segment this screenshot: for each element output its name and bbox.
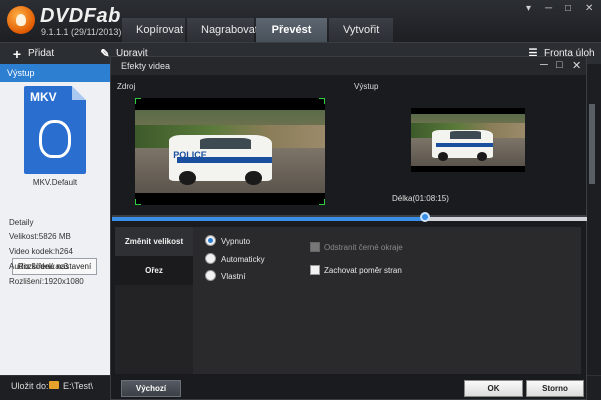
title-bar: DVDFab 9.1.1.1 (29/11/2013) Kopírovat Na… bbox=[0, 0, 601, 42]
size-value: Velikost:5826 MB bbox=[9, 232, 71, 241]
crop-handle-br[interactable] bbox=[319, 199, 325, 205]
resolution-value: Rozlišení:1920x1080 bbox=[9, 277, 84, 286]
menu-icon[interactable]: ▾ bbox=[526, 3, 531, 14]
close-icon[interactable]: ✕ bbox=[585, 3, 593, 14]
tab-create[interactable]: Vytvořit bbox=[329, 18, 393, 42]
details-heading: Detaily bbox=[9, 218, 34, 227]
tab-convert[interactable]: Převést bbox=[256, 18, 327, 42]
right-panel-edge bbox=[586, 64, 601, 375]
save-path[interactable]: E:\Test\ bbox=[63, 381, 93, 391]
radio-off[interactable] bbox=[205, 235, 216, 246]
crop-handle-tl[interactable] bbox=[135, 98, 141, 104]
source-label: Zdroj bbox=[117, 82, 136, 91]
duration-label: Délka(01:08:15) bbox=[392, 194, 449, 203]
output-label: Výstup bbox=[354, 82, 379, 91]
scrollbar[interactable] bbox=[589, 104, 595, 184]
main-tabs: Kopírovat Nagrabovat Převést Vytvořit bbox=[122, 18, 395, 42]
cancel-button[interactable]: Storno bbox=[526, 380, 584, 397]
left-panel: Výstup MKV MKV.Default Rozšířená nastave… bbox=[0, 64, 110, 375]
output-police-car-image bbox=[431, 129, 494, 162]
remove-black-borders-label: Odstranit černé okraje bbox=[324, 243, 403, 252]
remove-black-borders-checkbox[interactable] bbox=[310, 242, 320, 252]
plus-icon: + bbox=[12, 46, 22, 62]
save-to-label: Uložit do: bbox=[11, 381, 49, 391]
profile-name: MKV.Default bbox=[32, 178, 78, 187]
output-preview bbox=[411, 108, 525, 172]
crop-handle-tr[interactable] bbox=[319, 98, 325, 104]
audio-codec-value: Audio kodek:ac3 bbox=[9, 262, 69, 271]
menu-crop[interactable]: Ořez bbox=[115, 256, 193, 285]
menu-resize[interactable]: Změnit velikost bbox=[115, 227, 193, 256]
ok-button[interactable]: OK bbox=[464, 380, 523, 397]
app-name: DVDFab bbox=[40, 5, 121, 27]
timeline-progress bbox=[112, 217, 426, 221]
format-badge: MKV bbox=[30, 90, 57, 104]
dvdfab-logo-icon bbox=[7, 6, 35, 34]
radio-custom-label: Vlastní bbox=[221, 272, 246, 281]
crop-handle-bl[interactable] bbox=[135, 199, 141, 205]
keep-aspect-ratio-label: Zachovat poměr stran bbox=[324, 266, 402, 275]
video-codec-value: Video kodek:h264 bbox=[9, 247, 73, 256]
keep-aspect-ratio-checkbox[interactable] bbox=[310, 265, 320, 275]
source-preview[interactable]: POLICE bbox=[135, 98, 325, 205]
add-button[interactable]: + Přidat bbox=[6, 45, 54, 63]
timeline-knob[interactable] bbox=[420, 212, 430, 222]
radio-off-label: Vypnuto bbox=[221, 237, 251, 246]
folder-icon[interactable] bbox=[49, 381, 59, 389]
preview-overlay-text: POLICE bbox=[173, 150, 207, 161]
radio-auto-label: Automaticky bbox=[221, 255, 265, 264]
effects-menu: Změnit velikost Ořez bbox=[115, 227, 193, 374]
radio-custom[interactable] bbox=[205, 270, 216, 281]
tab-rip[interactable]: Nagrabovat bbox=[187, 18, 258, 42]
app-version: 9.1.1.1 (29/11/2013) bbox=[41, 27, 122, 37]
defaults-button[interactable]: Výchozí bbox=[121, 380, 181, 397]
add-label: Přidat bbox=[28, 48, 55, 59]
dialog-close-icon[interactable]: ✕ bbox=[572, 59, 581, 72]
mkv-file-icon: MKV bbox=[24, 86, 86, 174]
minimize-icon[interactable]: ─ bbox=[545, 3, 552, 14]
dialog-footer: Výchozí OK Storno bbox=[111, 377, 586, 399]
mkv-logo-icon bbox=[39, 120, 71, 158]
dialog-maximize-icon[interactable]: □ bbox=[556, 59, 563, 71]
maximize-icon[interactable]: □ bbox=[565, 3, 571, 14]
timeline-slider[interactable] bbox=[112, 217, 587, 221]
output-header: Výstup bbox=[0, 64, 110, 82]
police-car-image: POLICE bbox=[169, 134, 272, 186]
radio-auto[interactable] bbox=[205, 253, 216, 264]
dialog-title-bar: Efekty videa ─ □ ✕ bbox=[111, 57, 586, 75]
video-effects-dialog: Efekty videa ─ □ ✕ Zdroj Výstup POLICE D… bbox=[110, 56, 587, 400]
tab-copy[interactable]: Kopírovat bbox=[122, 18, 185, 42]
dialog-title: Efekty videa bbox=[121, 61, 171, 71]
dialog-minimize-icon[interactable]: ─ bbox=[540, 59, 548, 71]
settings-panel: Změnit velikost Ořez Vypnuto Automaticky… bbox=[115, 227, 581, 374]
